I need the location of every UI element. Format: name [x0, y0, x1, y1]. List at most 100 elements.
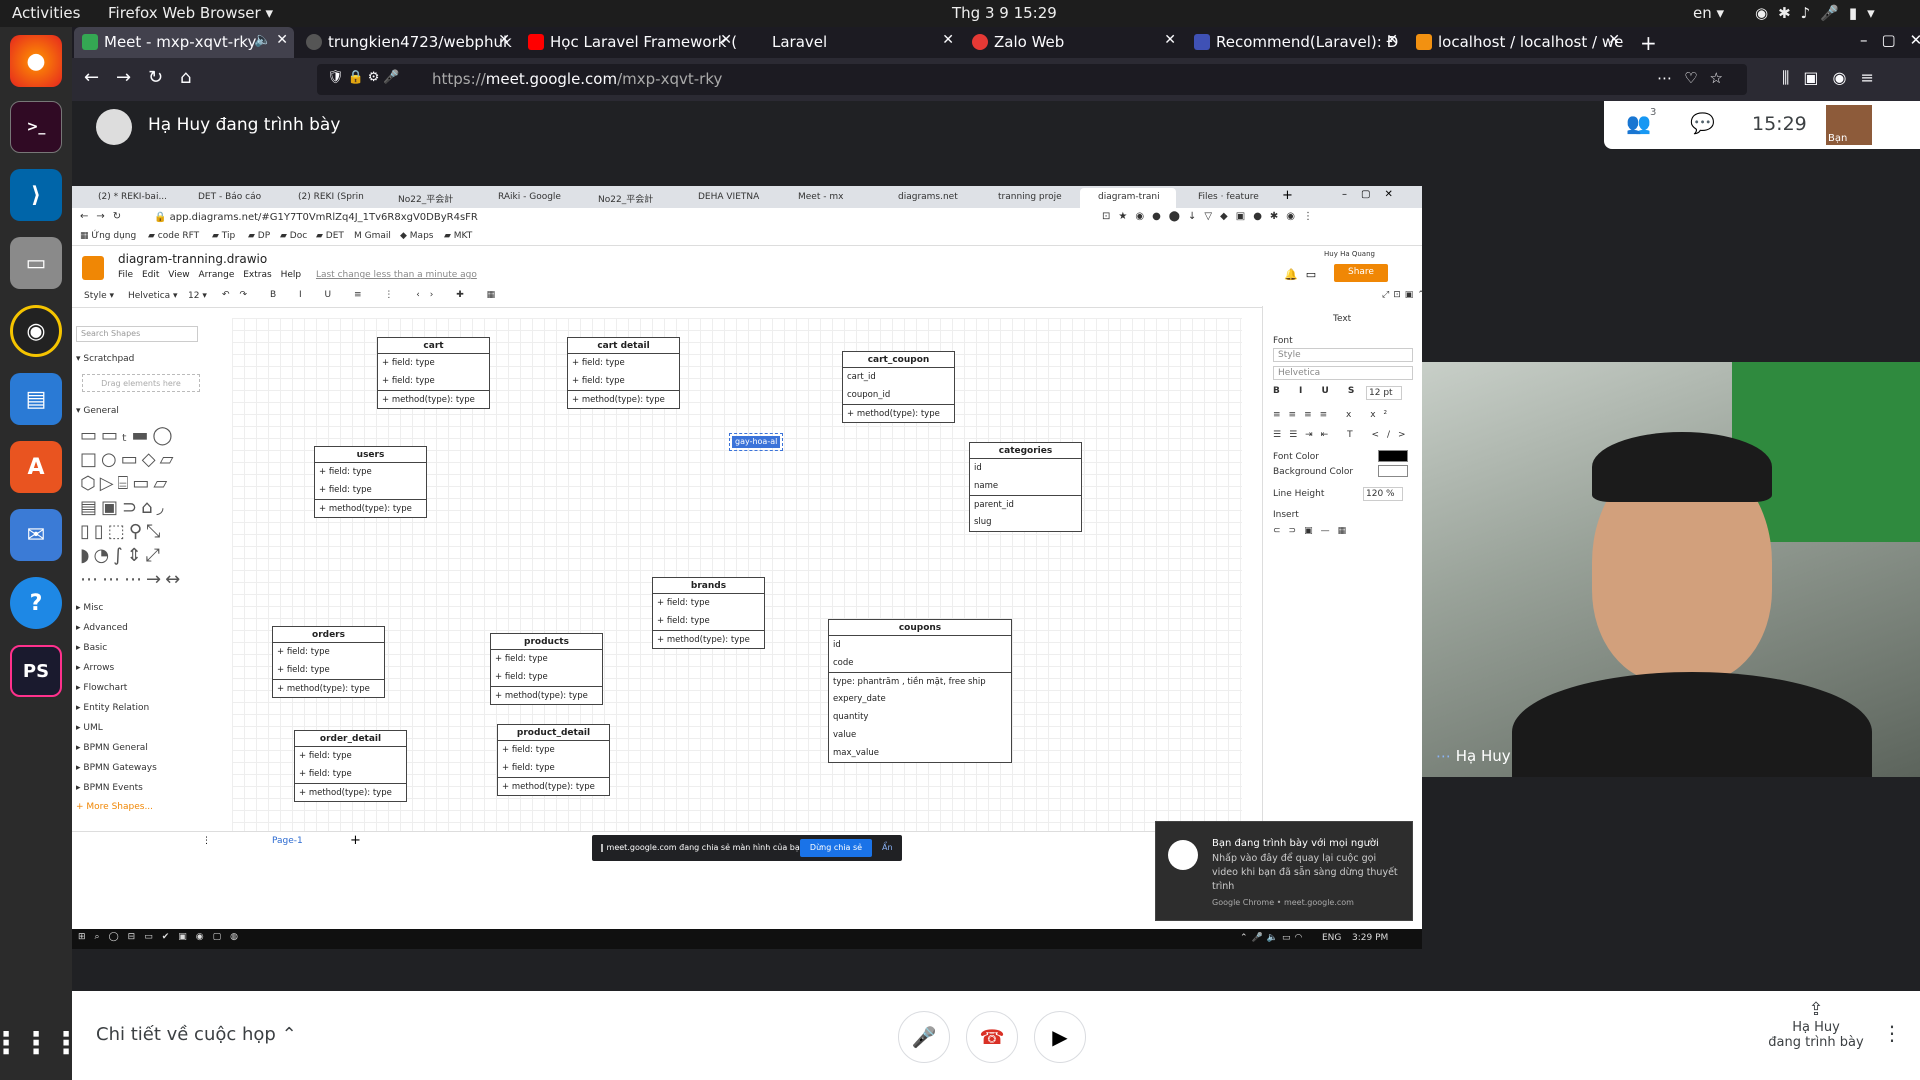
entity-cart-detail[interactable]: cart detail + field: type + field: type …: [567, 337, 680, 409]
keyboard-lang[interactable]: en ▾: [1693, 4, 1724, 22]
lib-bpmn-events[interactable]: ▸ BPMN Events: [76, 778, 216, 798]
chrome-tab[interactable]: diagrams.net: [880, 188, 976, 208]
menu-extras[interactable]: Extras: [243, 270, 271, 280]
mic-button[interactable]: 🎤: [898, 1011, 950, 1063]
app-menu[interactable]: Firefox Web Browser ▾: [108, 4, 273, 22]
lib-entity-relation[interactable]: ▸ Entity Relation: [76, 698, 216, 718]
bookmark[interactable]: ▰ Tip: [212, 231, 235, 241]
entity-product-detail[interactable]: product_detail + field: type + field: ty…: [497, 724, 610, 796]
tab-phpmyadmin[interactable]: localhost / localhost / we ✕: [1408, 27, 1626, 58]
camera-tile[interactable]: ⋯ Hạ Huy: [1422, 362, 1920, 777]
tab-zalo[interactable]: Zalo Web ✕: [964, 27, 1182, 58]
lib-bpmn-gateways[interactable]: ▸ BPMN Gateways: [76, 758, 216, 778]
bookmark[interactable]: ▰ MKT: [444, 231, 472, 241]
format-buttons[interactable]: ↶↷ B I U ≡ ⋮ ‹› ✚ ▦: [222, 290, 505, 300]
chrome-tab[interactable]: No22_平会計: [380, 188, 476, 208]
size-dropdown[interactable]: 12 ▾: [188, 291, 207, 301]
close-icon[interactable]: ✕: [1608, 32, 1620, 48]
fontname-select[interactable]: Helvetica: [1273, 366, 1413, 380]
writer-icon[interactable]: ▤: [10, 373, 62, 425]
general-section[interactable]: ▾ General: [76, 406, 216, 416]
chrome-tab[interactable]: RAiki - Google: [480, 188, 576, 208]
entity-order-detail[interactable]: order_detail + field: type + field: type…: [294, 730, 407, 802]
files-icon[interactable]: ▭: [10, 237, 62, 289]
font-color-swatch[interactable]: [1378, 450, 1408, 462]
bookmark[interactable]: ◆ Maps: [400, 231, 433, 241]
home-icon[interactable]: ⌂: [180, 67, 191, 88]
drag-drop-zone[interactable]: Drag elements here: [82, 374, 200, 392]
font-size-input[interactable]: 12 pt: [1366, 386, 1402, 400]
notify-icons[interactable]: 🔔▭: [1284, 268, 1324, 281]
hide-notice-button[interactable]: Ẩn: [882, 843, 893, 852]
more-options-icon[interactable]: ⋮: [1882, 1021, 1902, 1045]
text-style-buttons[interactable]: B I U S: [1273, 386, 1362, 396]
reload-icon[interactable]: ↻: [148, 67, 163, 88]
search-shapes-input[interactable]: Search Shapes: [76, 326, 198, 342]
meeting-details-button[interactable]: Chi tiết về cuộc họp ⌃: [96, 1024, 297, 1045]
chrome-tab[interactable]: Files · feature: [1180, 188, 1276, 208]
tray-icons[interactable]: ⌃🎤🔈▭◠: [1240, 933, 1306, 943]
chrome-tab[interactable]: DEHA VIETNA: [680, 188, 776, 208]
chrome-url[interactable]: 🔒 app.diagrams.net/#G1Y7T0VmRlZq4J_1Tv6R…: [154, 212, 478, 223]
show-apps-icon[interactable]: ⋮⋮⋮: [0, 1017, 81, 1069]
more-shapes-link[interactable]: + More Shapes...: [76, 802, 216, 812]
close-icon[interactable]: ✕: [1386, 32, 1398, 48]
lib-flowchart[interactable]: ▸ Flowchart: [76, 678, 216, 698]
window-controls[interactable]: –▢✕: [1852, 27, 1920, 58]
phpstorm-icon[interactable]: PS: [10, 645, 62, 697]
lib-advanced[interactable]: ▸ Advanced: [76, 618, 216, 638]
shape-palette[interactable]: ▭▭ₜ▬◯ □○▭◇▱ ⬡▷⌸▭▱ ▤▣⊃⌂◞ ▯▯⬚⚲⤡ ◗◔∫⇕⤢ ⋯⋯⋯→↔: [76, 424, 216, 594]
bookmark[interactable]: ▰ DET: [316, 231, 344, 241]
new-tab-button[interactable]: +: [1632, 27, 1662, 58]
thunderbird-icon[interactable]: ✉: [10, 509, 62, 561]
add-page-icon[interactable]: +: [350, 833, 361, 848]
site-info-icons[interactable]: 🛡🔒⚙🎤: [327, 70, 404, 85]
chrome-tab[interactable]: (2) * REKI-bai...: [80, 188, 176, 208]
entity-coupons[interactable]: coupons id code type: phantrăm , tiền mặ…: [828, 619, 1012, 763]
selected-text-label[interactable]: gay-hoa-al: [728, 433, 784, 451]
style-dropdown[interactable]: Style ▾: [84, 291, 114, 301]
menu-help[interactable]: Help: [281, 270, 302, 280]
close-icon[interactable]: 🔈 ✕: [254, 32, 288, 48]
rhythmbox-icon[interactable]: ◉: [10, 305, 62, 357]
entity-cart-coupon[interactable]: cart_coupon cart_id coupon_id + method(t…: [842, 351, 955, 423]
align-buttons[interactable]: ≡≡≡≡ x x²: [1273, 410, 1395, 420]
chrome-tab[interactable]: No22_平会計: [580, 188, 676, 208]
taskbar-icons[interactable]: ⊞⌕◯⊟▭✔▣◉▢◍: [78, 932, 247, 942]
share-button[interactable]: Share: [1334, 264, 1388, 282]
activities-button[interactable]: Activities: [12, 4, 80, 22]
url-bar[interactable]: 🛡🔒⚙🎤 https://meet.google.com/mxp-xqvt-rk…: [317, 64, 1747, 95]
close-icon[interactable]: ✕: [942, 32, 954, 48]
tab-github[interactable]: trungkien4723/webphuk ✕: [298, 27, 516, 58]
stop-sharing-button[interactable]: Dừng chia sẻ: [800, 839, 872, 857]
chrome-nav-icons[interactable]: ←→↻: [80, 211, 129, 222]
menu-edit[interactable]: Edit: [142, 270, 159, 280]
menu-arrange[interactable]: Arrange: [198, 270, 234, 280]
vscode-icon[interactable]: ⟩: [10, 169, 62, 221]
entity-users[interactable]: users + field: type + field: type + meth…: [314, 446, 427, 518]
insert-buttons[interactable]: ⊂⊃▣—▦: [1273, 526, 1354, 536]
diagram-title[interactable]: diagram-tranning.drawio: [118, 252, 267, 266]
bg-color-swatch[interactable]: [1378, 465, 1408, 477]
tab-laravel[interactable]: Laravel ✕: [742, 27, 960, 58]
software-icon[interactable]: A: [10, 441, 62, 493]
chrome-extensions[interactable]: ⊡★◉●⬤↓▽◆▣●✱◉⋮: [1102, 211, 1321, 222]
lib-arrows[interactable]: ▸ Arrows: [76, 658, 216, 678]
drawio-menu[interactable]: File Edit View Arrange Extras Help Last …: [118, 270, 477, 280]
page-actions[interactable]: ⋯♡☆: [1657, 69, 1735, 87]
terminal-icon[interactable]: >_: [10, 101, 62, 153]
tab-youtube[interactable]: Học Laravel Framework (✕: [520, 27, 738, 58]
back-icon[interactable]: ←: [84, 67, 99, 88]
bookmark[interactable]: ▰ code RFT: [148, 231, 199, 241]
lib-misc[interactable]: ▸ Misc: [76, 598, 216, 618]
style-select[interactable]: Style: [1273, 348, 1413, 362]
chrome-tab[interactable]: DET - Báo cáo: [180, 188, 276, 208]
chrome-window-controls[interactable]: –▢✕: [1342, 189, 1407, 200]
entity-brands[interactable]: brands + field: type + field: type + met…: [652, 577, 765, 649]
camera-button[interactable]: ▶: [1034, 1011, 1086, 1063]
menu-file[interactable]: File: [118, 270, 133, 280]
firefox-icon[interactable]: ●: [10, 35, 62, 87]
bookmark[interactable]: ▰ DP: [248, 231, 270, 241]
chrome-tab-active[interactable]: diagram-trani: [1080, 188, 1176, 208]
toolbar-icons[interactable]: ⫼▣◉≡: [1782, 68, 1888, 88]
